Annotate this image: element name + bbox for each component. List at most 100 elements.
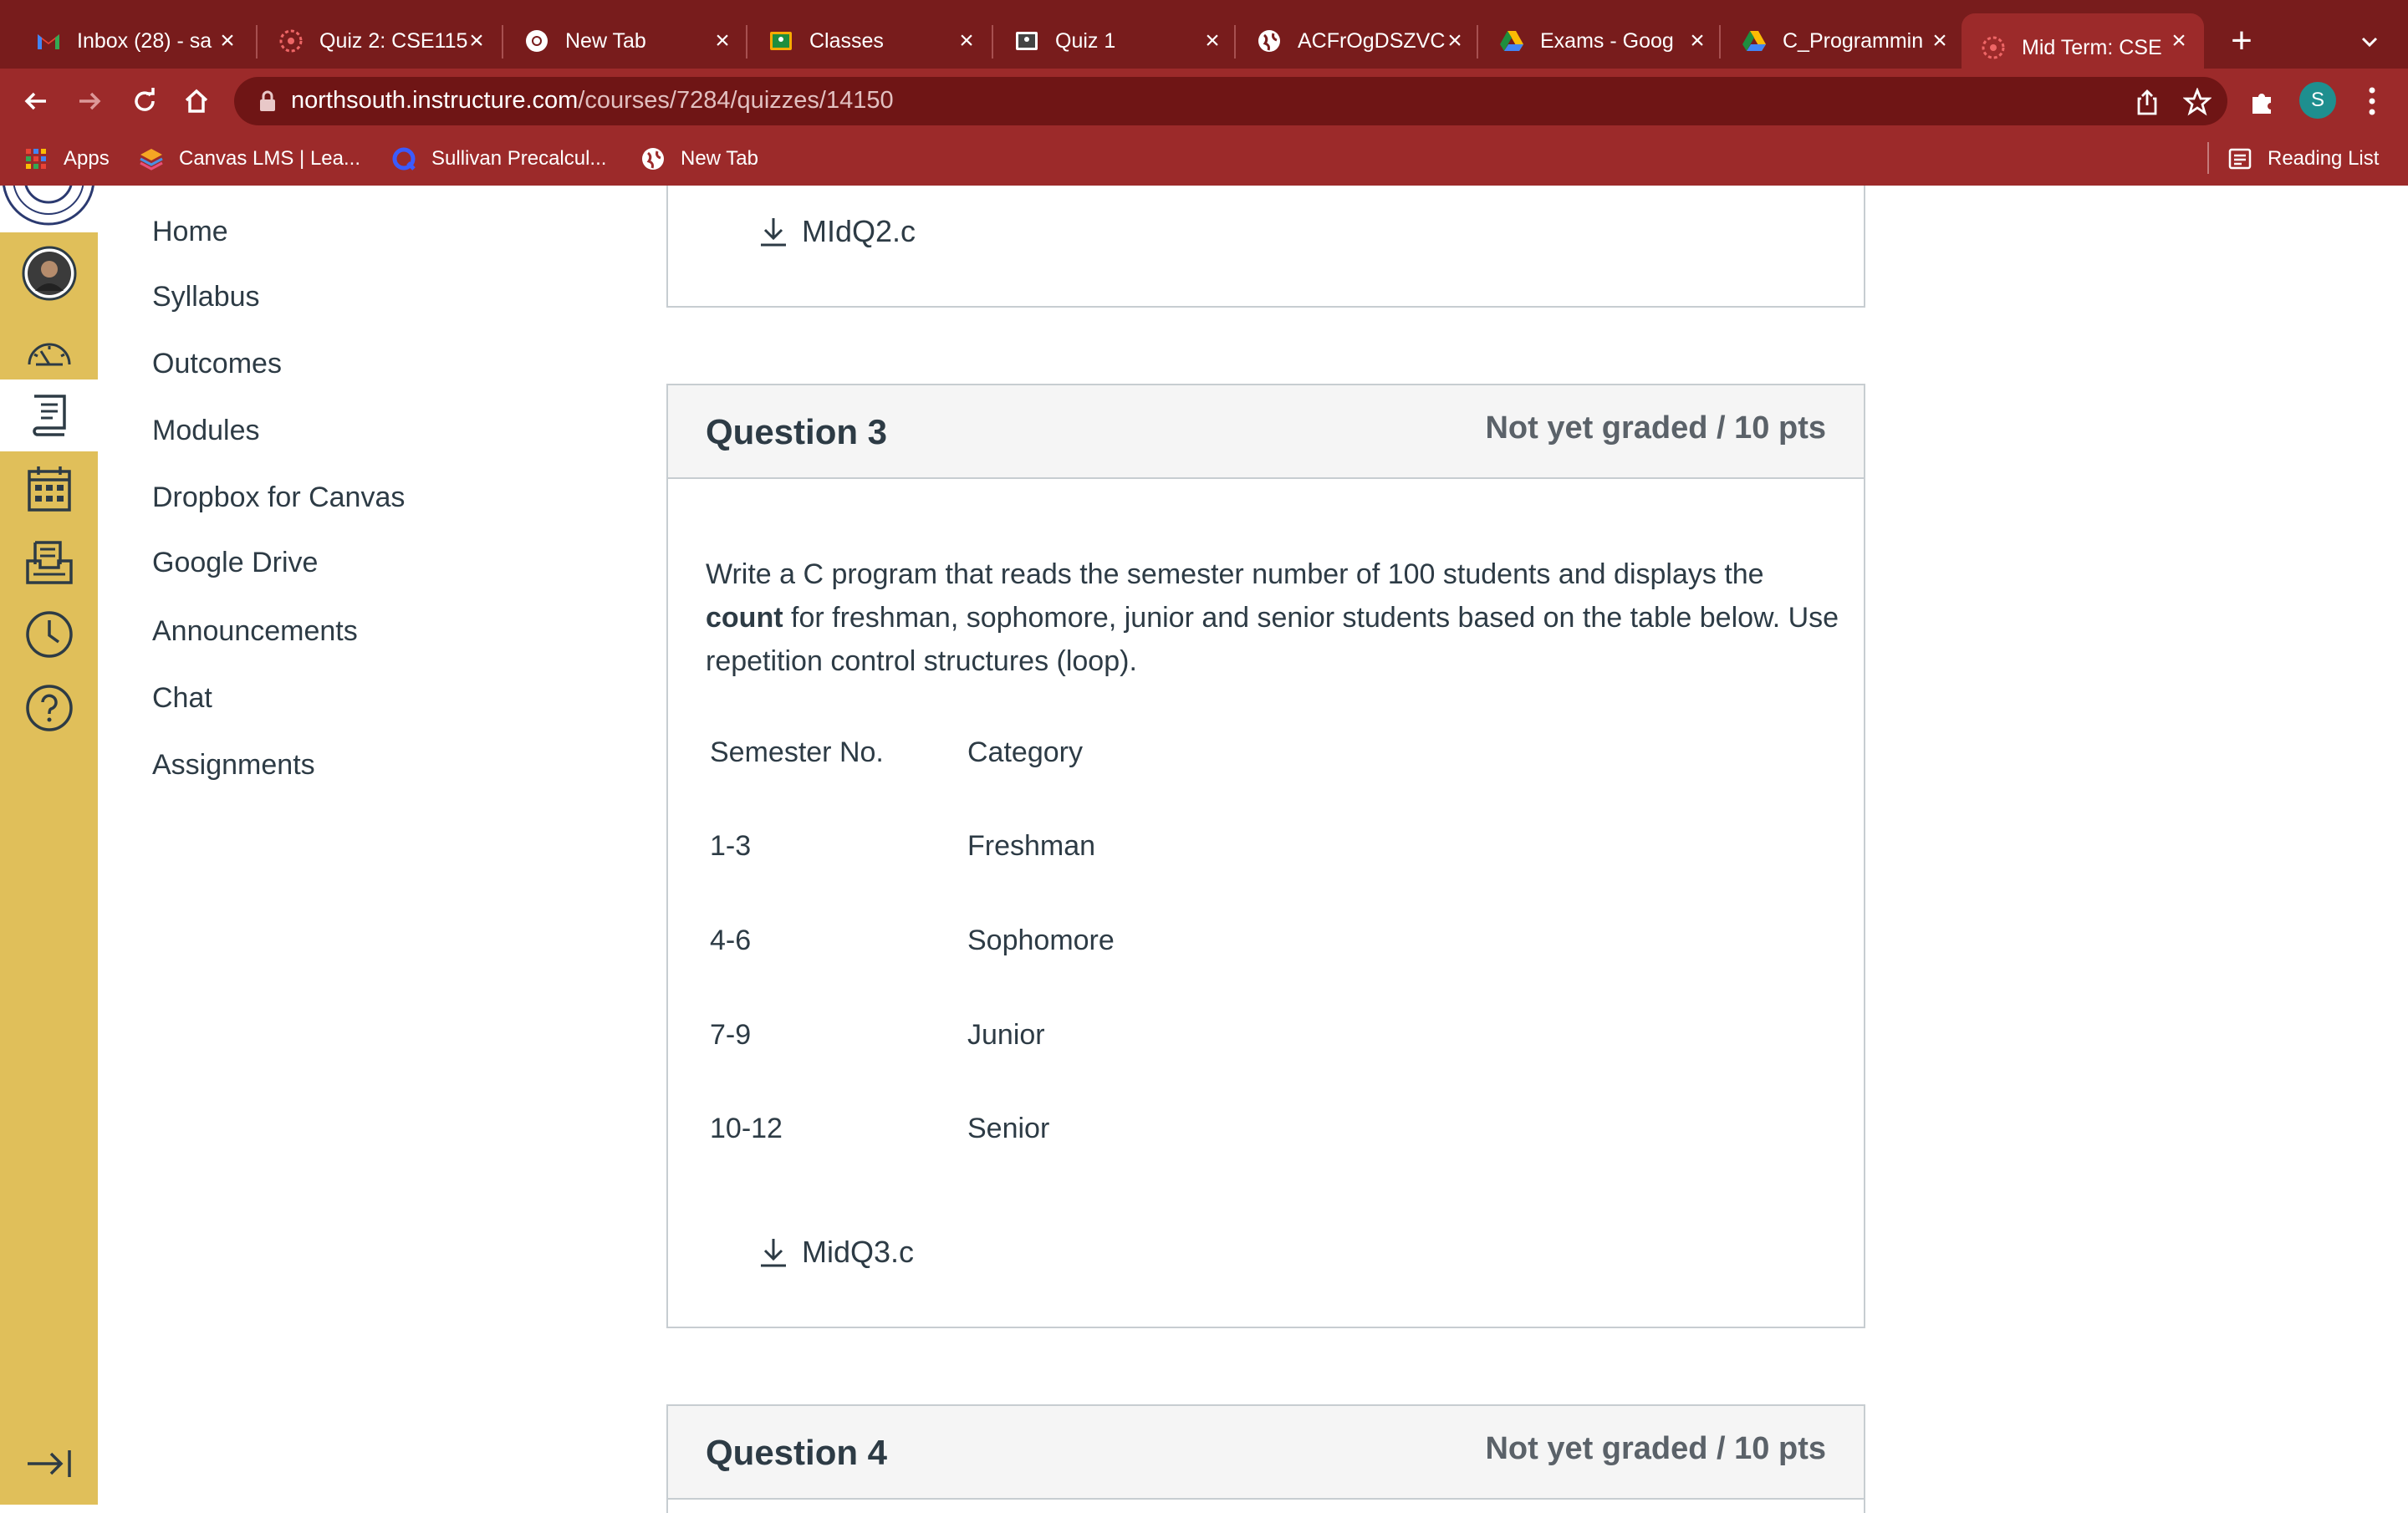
course-nav-chat[interactable]: Chat [152,682,212,715]
bookmark-sullivan[interactable]: Sullivan Precalcul... [391,142,606,176]
attachment-link[interactable]: MidQ3.c [757,1235,914,1270]
global-nav [0,186,98,1505]
reading-list-button[interactable]: Reading List [2227,142,2379,176]
address-bar[interactable]: northsouth.instructure.com/courses/7284/… [234,77,2227,125]
reload-icon [135,88,155,111]
course-nav-announcements[interactable]: Announcements [152,615,358,648]
puzzle-icon[interactable] [2246,85,2279,119]
download-icon [761,218,786,247]
tab-label: Quiz 2: CSE115 [319,28,468,53]
more-vert-icon[interactable] [2360,84,2385,119]
question-title: Question 4 [706,1433,888,1472]
canvas-icon [278,28,304,54]
close-icon[interactable]: × [1684,28,1711,54]
bookmark-label: New Tab [681,147,758,170]
bookmark-label: Sullivan Precalcul... [431,147,607,170]
table-row: 7-9 Junior [710,1019,1045,1051]
table-header-row: Semester No. Category [710,736,1083,768]
attachment-filename: MIdQ2.c [802,214,916,248]
question-3-box: Question 3 Not yet graded / 10 pts Write… [666,384,1865,1328]
tab-label: C_Programmin [1783,28,1924,53]
drive-icon [1741,28,1768,54]
question-4-box: Question 4 Not yet graded / 10 pts [666,1404,1865,1513]
dashboard-icon[interactable] [0,314,98,386]
tab-gmail[interactable]: Inbox (28) - sa × [17,13,253,69]
tab-label: New Tab [565,28,646,53]
table-row: 10-12 Senior [710,1113,1050,1144]
question-header: Question 3 Not yet graded / 10 pts [668,385,1864,479]
lock-icon [260,90,275,111]
browser-toolbar: northsouth.instructure.com/courses/7284/… [0,69,2408,132]
course-nav-syllabus[interactable]: Syllabus [152,281,260,313]
tab-new-tab[interactable]: New Tab × [505,13,747,69]
course-nav-home[interactable]: Home [152,216,228,248]
course-nav-outcomes[interactable]: Outcomes [152,348,282,380]
collapse-nav-icon[interactable] [0,1428,98,1500]
close-icon[interactable]: × [2166,28,2192,54]
classroom-icon [1013,28,1040,54]
bookmarks-bar: Apps Canvas LMS | Lea... Sullivan Precal… [0,132,2408,186]
bookmark-canvas-lms[interactable]: Canvas LMS | Lea... [139,142,360,176]
attachment-link[interactable]: MIdQ2.c [757,214,916,249]
reading-list-icon [2227,146,2252,171]
course-nav-modules[interactable]: Modules [152,415,260,447]
chevron-down-icon[interactable] [2353,25,2386,59]
download-icon [761,1239,786,1267]
course-nav-google-drive[interactable]: Google Drive [152,547,318,579]
forward-button[interactable] [70,82,109,120]
course-nav-dropbox[interactable]: Dropbox for Canvas [152,481,405,514]
question-points: Not yet graded / 10 pts [1485,410,1826,446]
share-icon[interactable] [2132,87,2162,117]
help-icon[interactable] [0,672,98,744]
close-icon[interactable]: × [709,28,736,54]
tab-exams[interactable]: Exams - Goog × [1480,13,1722,69]
star-icon[interactable] [2182,87,2212,117]
globe-icon [1256,28,1283,54]
drive-icon [1498,28,1525,54]
tab-quiz1[interactable]: Quiz 1 × [995,13,1237,69]
question-points: Not yet graded / 10 pts [1485,1431,1826,1466]
apps-grid-icon [23,146,48,171]
chrome-icon [523,28,550,54]
home-button[interactable] [177,82,216,120]
home-icon [185,89,208,113]
tab-label: Inbox (28) - sa [77,28,212,53]
bookmark-label: Canvas LMS | Lea... [179,147,361,170]
university-logo[interactable] [0,186,98,232]
new-tab-button[interactable]: + [2222,22,2261,60]
arrow-left-icon [24,92,46,110]
close-icon[interactable]: × [1441,28,1468,54]
close-icon[interactable]: × [463,28,490,54]
tab-quiz2[interactable]: Quiz 2: CSE115 × [259,13,502,69]
close-icon[interactable]: × [1926,28,1953,54]
tab-label: Mid Term: CSE [2022,35,2162,59]
inbox-icon[interactable] [0,527,98,599]
bookmark-label: Apps [64,147,110,170]
tab-classes[interactable]: Classes × [749,13,992,69]
profile-avatar[interactable]: S [2299,82,2336,119]
question-header: Question 4 Not yet graded / 10 pts [668,1406,1864,1500]
question-title: Question 3 [706,412,888,451]
url-text: northsouth.instructure.com/courses/7284/… [291,87,894,114]
calendar-icon[interactable] [0,453,98,525]
layers-icon [139,146,164,171]
reload-button[interactable] [125,82,164,120]
history-icon[interactable] [0,599,98,670]
tab-label: ACFrOgDSZVC [1298,28,1446,53]
course-nav-assignments[interactable]: Assignments [152,749,315,782]
tab-label: Quiz 1 [1055,28,1116,53]
tab-c-programming[interactable]: C_Programmin × [1722,13,1965,69]
bookmark-new-tab[interactable]: New Tab [640,142,758,176]
reading-list-label: Reading List [2268,147,2380,170]
canvas-icon [1980,34,2007,61]
close-icon[interactable]: × [953,28,980,54]
bookmark-apps[interactable]: Apps [23,142,110,176]
tab-acfr[interactable]: ACFrOgDSZVC × [1237,13,1480,69]
account-avatar[interactable] [0,237,98,309]
question-text: Write a C program that reads the semeste… [706,558,1839,677]
courses-icon[interactable] [0,380,98,451]
back-button[interactable] [17,82,55,120]
close-icon[interactable]: × [214,28,241,54]
close-icon[interactable]: × [1199,28,1226,54]
question-2-box: MIdQ2.c [666,186,1865,308]
